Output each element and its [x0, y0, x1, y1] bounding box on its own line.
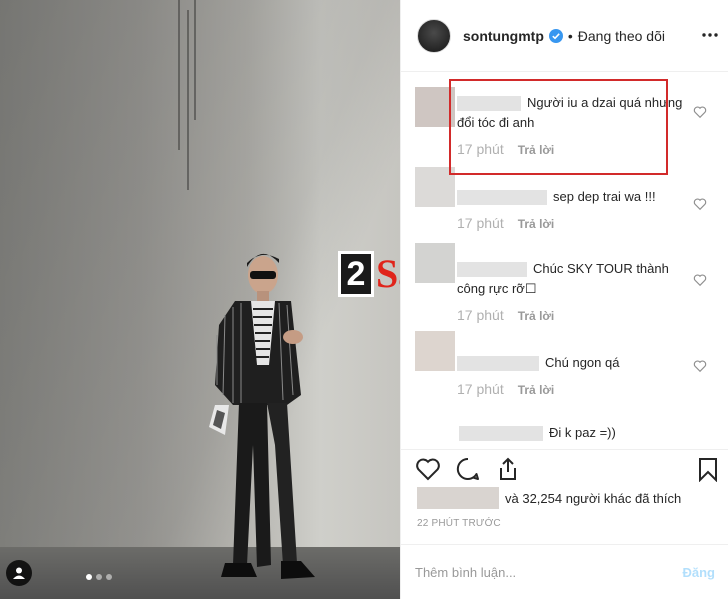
heart-icon[interactable] — [693, 273, 707, 287]
watermark-logo: 2 Sao — [338, 250, 400, 297]
more-icon[interactable] — [700, 26, 720, 44]
carousel-dots — [86, 574, 112, 580]
comment-text: Chú ngon qá — [545, 355, 620, 370]
user-tag-icon — [13, 567, 25, 579]
post-timestamp: 22 PHÚT TRƯỚC — [417, 518, 501, 529]
like-icon[interactable] — [415, 456, 441, 482]
comment-body: Chúc SKY TOUR thành công rực rỡ☐ 17 phút… — [457, 259, 689, 326]
post-button[interactable]: Đăng — [683, 565, 716, 580]
carousel-dot — [86, 574, 92, 580]
wall-stain — [194, 0, 196, 120]
comment-body: Đi k paz =)) — [459, 423, 689, 443]
bookmark-icon[interactable] — [695, 456, 721, 482]
verified-icon — [548, 28, 563, 43]
watermark-number: 2 — [338, 250, 374, 297]
comment-body: sep dep trai wa !!! 17 phút Trả lời — [457, 187, 689, 234]
comment-icon[interactable] — [455, 456, 481, 482]
comment-meta: 17 phút Trả lời — [457, 379, 689, 400]
carousel-dot — [96, 574, 102, 580]
comment-input[interactable] — [415, 564, 683, 580]
heart-icon[interactable] — [693, 359, 707, 373]
carousel-dot — [106, 574, 112, 580]
watermark-text: Sao — [376, 251, 400, 296]
commenter-avatar[interactable] — [415, 331, 455, 371]
comment-body: Chú ngon qá 17 phút Trả lời — [457, 353, 689, 400]
comment-meta: 17 phút Trả lời — [457, 213, 689, 234]
username-link[interactable]: sontungmtp — [463, 28, 544, 44]
reply-button[interactable]: Trả lời — [518, 309, 555, 323]
user-tag-button[interactable] — [6, 560, 32, 586]
comment-time: 17 phút — [457, 215, 504, 231]
comment-text: Đi k paz =)) — [549, 425, 616, 440]
comment-time: 17 phút — [457, 307, 504, 323]
likes-summary[interactable]: và 32,254 người khác đã thích — [417, 487, 681, 509]
comment-text: sep dep trai wa !!! — [553, 189, 656, 204]
avatar[interactable] — [417, 18, 451, 53]
commenter-avatar[interactable] — [415, 243, 455, 283]
reply-button[interactable]: Trả lời — [518, 383, 555, 397]
action-bar — [401, 449, 728, 485]
wall-stain — [178, 0, 180, 150]
wall-stain — [187, 10, 189, 190]
add-comment-bar: Đăng — [401, 544, 728, 599]
person-figure — [209, 253, 315, 579]
commenter-name-blurred — [457, 190, 547, 206]
post-photo[interactable]: 2 Sao — [0, 0, 400, 599]
commenter-name-blurred — [459, 426, 543, 442]
liker-blurred — [417, 487, 499, 509]
commenter-name-blurred — [457, 262, 527, 278]
heart-icon[interactable] — [693, 105, 707, 119]
highlight-box — [449, 79, 668, 175]
comment-meta: 17 phút Trả lời — [457, 305, 689, 326]
heart-icon[interactable] — [693, 197, 707, 211]
post-header: sontungmtp • Đang theo dõi — [401, 0, 728, 72]
share-icon[interactable] — [495, 456, 521, 482]
likes-text: và 32,254 người khác đã thích — [505, 490, 682, 506]
separator: • — [567, 27, 573, 44]
following-button[interactable]: Đang theo dõi — [578, 28, 665, 44]
comment-time: 17 phút — [457, 381, 504, 397]
commenter-name-blurred — [457, 356, 539, 372]
reply-button[interactable]: Trả lời — [518, 217, 555, 231]
